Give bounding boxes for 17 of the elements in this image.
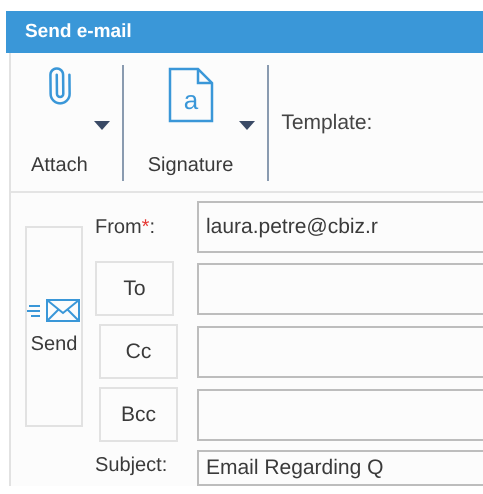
subject-label: Subject: bbox=[95, 453, 168, 477]
recipient-button[interactable]: Bcc bbox=[99, 387, 178, 442]
attach-button[interactable]: Attach bbox=[11, 65, 118, 181]
template-label: Template: bbox=[281, 111, 372, 135]
document-icon: a bbox=[168, 67, 214, 123]
recipient-button[interactable]: Cc bbox=[99, 324, 178, 379]
recipient-field[interactable] bbox=[197, 262, 483, 314]
send-button[interactable]: Send bbox=[25, 226, 83, 427]
send-mail-icon bbox=[27, 297, 81, 323]
recipient-field[interactable] bbox=[197, 388, 483, 440]
subject-field[interactable]: Email Regarding Q bbox=[197, 450, 483, 486]
recipient-button[interactable]: To bbox=[95, 261, 174, 316]
recipient-field[interactable] bbox=[197, 326, 483, 378]
signature-button[interactable]: a Signature bbox=[128, 65, 264, 181]
window-title: Send e-mail bbox=[25, 21, 132, 43]
from-field[interactable]: laura.petre@cbiz.r bbox=[197, 201, 483, 253]
from-label: From*: bbox=[95, 216, 156, 238]
